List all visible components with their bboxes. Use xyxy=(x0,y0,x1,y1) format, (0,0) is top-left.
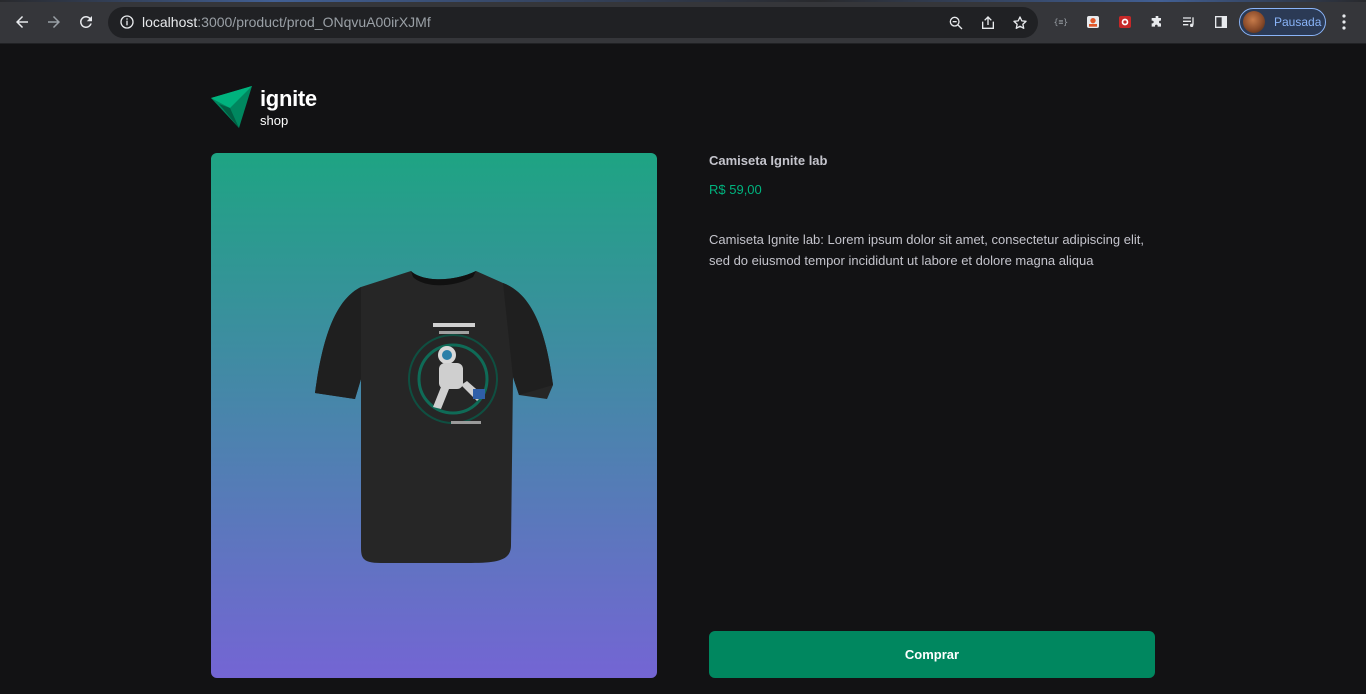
zoom-out-icon xyxy=(949,16,963,30)
puzzle-icon xyxy=(1151,16,1161,27)
ignite-logo-icon xyxy=(211,86,252,128)
svg-text:{≡}: {≡} xyxy=(1054,18,1068,27)
brand-name: ignite xyxy=(260,86,317,111)
buy-button[interactable]: Comprar xyxy=(709,631,1155,678)
share-icon xyxy=(982,16,994,29)
tshirt-image-icon xyxy=(315,271,553,563)
browser-toolbar: localhost:3000/product/prod_ONqvuA00irXJ… xyxy=(0,0,1366,44)
star-icon xyxy=(1013,16,1027,29)
extension-two-button[interactable] xyxy=(1115,12,1135,32)
extension-json-button[interactable]: {≡} xyxy=(1051,12,1071,32)
json-braces-icon: {≡} xyxy=(1054,18,1068,27)
url-text[interactable]: localhost:3000/product/prod_ONqvuA00irXJ… xyxy=(142,14,431,30)
extensions-button[interactable] xyxy=(1147,12,1167,32)
more-vertical-icon xyxy=(1342,14,1346,30)
arrow-left-icon xyxy=(16,16,28,28)
browser-menu-button[interactable] xyxy=(1336,12,1352,32)
music-queue-icon xyxy=(1183,17,1194,27)
url-path: :3000/product/prod_ONqvuA00irXJMf xyxy=(197,14,431,30)
arrow-right-icon xyxy=(48,16,60,28)
extension-fire-icon xyxy=(1119,16,1131,28)
extension-one-button[interactable] xyxy=(1083,12,1103,32)
info-icon[interactable] xyxy=(119,14,135,30)
loading-bar xyxy=(0,0,1366,2)
site-logo[interactable]: ignite shop xyxy=(211,86,331,130)
profile-name: Pausada xyxy=(1274,15,1322,29)
reload-button[interactable] xyxy=(74,10,98,34)
bookmark-button[interactable] xyxy=(1010,13,1030,33)
media-control-button[interactable] xyxy=(1179,12,1199,32)
side-panel-button[interactable] xyxy=(1211,12,1231,32)
reload-icon xyxy=(80,16,92,28)
product-price: R$ 59,00 xyxy=(709,182,762,197)
brand-subtitle: shop xyxy=(260,113,289,128)
forward-button[interactable] xyxy=(42,10,66,34)
profile-button[interactable]: Pausada xyxy=(1239,8,1326,36)
zoom-button[interactable] xyxy=(946,13,966,33)
url-host: localhost xyxy=(142,14,198,30)
share-button[interactable] xyxy=(978,13,998,33)
extension-badge-icon xyxy=(1087,16,1099,28)
product-description: Camiseta Ignite lab: Lorem ipsum dolor s… xyxy=(709,232,1144,268)
address-bar[interactable]: localhost:3000/product/prod_ONqvuA00irXJ… xyxy=(108,7,1038,38)
side-panel-icon xyxy=(1215,16,1227,28)
product-title: Camiseta Ignite lab xyxy=(709,153,828,168)
avatar xyxy=(1243,11,1265,33)
back-button[interactable] xyxy=(10,10,34,34)
product-image xyxy=(211,153,657,678)
